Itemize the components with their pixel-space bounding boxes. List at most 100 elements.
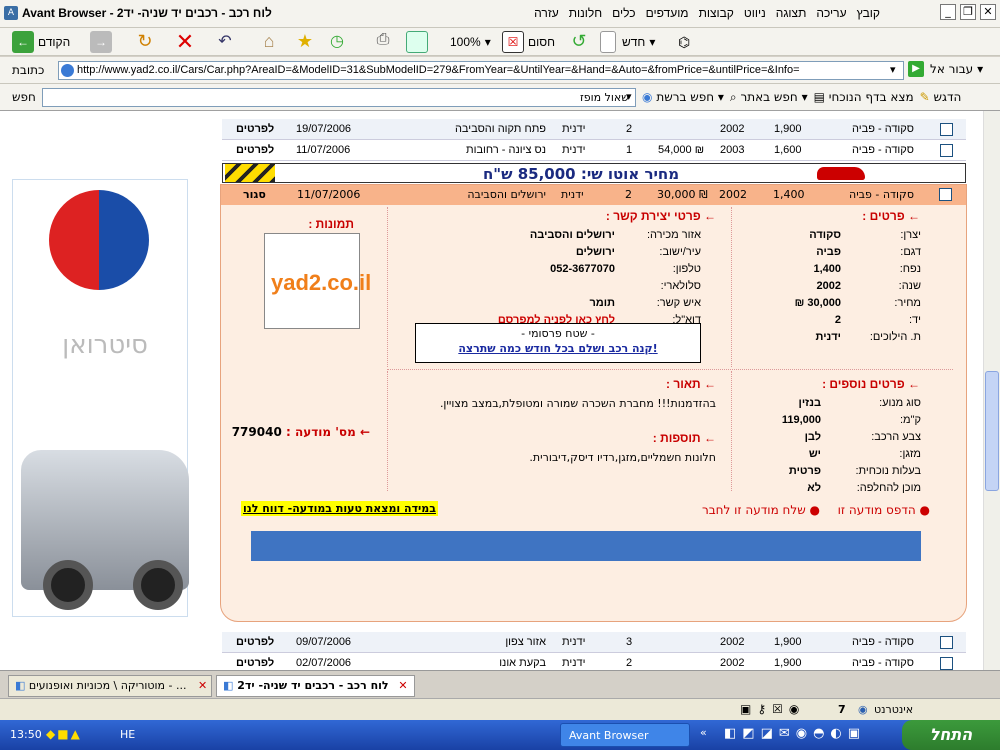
menu-help[interactable]: עזרה bbox=[534, 6, 559, 20]
menu-navigate[interactable]: ניווט bbox=[744, 6, 766, 20]
listing-details-link[interactable]: לפרטים bbox=[236, 657, 274, 669]
status-tool-icons[interactable]: ▣⚷☒◉ bbox=[740, 702, 805, 716]
reload-icon: ↶ bbox=[218, 33, 232, 50]
refresh-green-button[interactable]: ↺ bbox=[568, 31, 590, 53]
promo-link[interactable]: קנה רכב ושלם בכל חודש כמה שתרצה! bbox=[416, 342, 700, 355]
menu-tools[interactable]: כלים bbox=[612, 6, 635, 20]
reload-button[interactable]: ↶ bbox=[214, 31, 236, 53]
menu-groups[interactable]: קבוצות bbox=[699, 6, 734, 20]
listing-row[interactable]: סקודה - פביה 1,900 2002 2 ידנית פתח תקוה… bbox=[222, 119, 966, 140]
go-arrow-icon: ▶ bbox=[908, 61, 924, 77]
tab-motorica[interactable]: ◧ מוטוריקה \ מכוניות ואופנועים - ... bbox=[8, 675, 212, 697]
details-heading: ← פרטים : bbox=[862, 209, 920, 223]
address-input[interactable]: http://www.yad2.co.il/Cars/Car.php?AreaI… bbox=[58, 61, 904, 80]
menu-view[interactable]: תצוגה bbox=[776, 6, 807, 20]
language-indicator[interactable]: HE bbox=[120, 728, 135, 741]
listing-row[interactable]: סקודה - פביה 1,900 2002 2 ידנית בקעת אונ… bbox=[222, 653, 966, 670]
highlighter-icon: ✎ bbox=[919, 90, 930, 104]
listing-checkbox[interactable] bbox=[940, 657, 953, 670]
address-dropdown-icon[interactable]: ▾ bbox=[890, 63, 896, 76]
listing-checkbox[interactable] bbox=[939, 188, 952, 201]
zoom-select[interactable]: 100% ▾ bbox=[450, 31, 491, 53]
search-label: חפש bbox=[12, 90, 36, 104]
stop-button[interactable]: ✕ bbox=[174, 31, 196, 53]
quicklaunch-chevron-icon[interactable]: « bbox=[700, 726, 707, 739]
search-dropdown-icon[interactable]: ▾ bbox=[626, 90, 632, 103]
listing-hand: 1 bbox=[626, 144, 633, 156]
additions-heading: ← תוספות : bbox=[652, 431, 716, 445]
refresh-arrow-icon: ↻ bbox=[137, 31, 153, 51]
contact-list: אזור מכירה: ירושלים והסביבה עיר/ישוב: ירוש… bbox=[497, 229, 701, 326]
binoculars-icon: ⌬ bbox=[678, 33, 691, 50]
quicklaunch-icons[interactable]: ◧◩◪✉◉◓◐▣ bbox=[724, 726, 866, 741]
scrollbar-thumb[interactable] bbox=[985, 371, 999, 491]
menu-windows[interactable]: חלונות bbox=[569, 6, 602, 20]
minimize-icon[interactable]: _ bbox=[940, 4, 956, 20]
new-tab-button[interactable]: חדש ▾ bbox=[600, 31, 655, 53]
search-site-button[interactable]: ⌕ חפש באתר ▾ bbox=[730, 90, 808, 105]
listing-row[interactable]: סקודה - פביה 1,900 2002 3 ידנית אזור צפו… bbox=[222, 632, 966, 653]
star-icon: ★ bbox=[296, 31, 314, 51]
tab-bar: ◧ לוח רכב - רכבים יד שניה- יד2 ✕ ◧ מוטור… bbox=[0, 670, 1000, 698]
listing-row[interactable]: סקודה - פביה 1,600 2003 54,000 ₪ 1 ידנית… bbox=[222, 140, 966, 161]
highlight-button[interactable]: ✎ הדגש bbox=[920, 90, 962, 105]
promo-banner[interactable]: מחיר אוטו שי: 85,000 ש"ח bbox=[222, 163, 966, 183]
send-ad-link[interactable]: ● שלח מודעה זו לחבר bbox=[702, 503, 820, 517]
listing-details-link[interactable]: לפרטים bbox=[236, 144, 274, 156]
globe-icon: ◉ bbox=[642, 90, 653, 104]
listing-details-link[interactable]: לפרטים bbox=[236, 123, 274, 135]
address-label: כתובת bbox=[12, 63, 45, 77]
printer-icon: ⎙ bbox=[376, 31, 390, 48]
print-ad-link[interactable]: ● הדפס מודעה זו bbox=[838, 503, 930, 517]
find-in-page-button[interactable]: ▤ מצא בדף הנוכחי bbox=[814, 90, 914, 105]
listing-checkbox[interactable] bbox=[940, 636, 953, 649]
go-button[interactable]: ▶ עבור אל ▾ bbox=[908, 61, 983, 77]
listing-engine: 1,900 bbox=[774, 123, 802, 135]
close-icon[interactable]: ✕ bbox=[980, 4, 996, 20]
print-button[interactable]: ⎙ bbox=[372, 31, 394, 53]
blue-banner[interactable] bbox=[251, 531, 921, 561]
listing-hand: 2 bbox=[626, 123, 633, 135]
tab-close-icon[interactable]: ✕ bbox=[398, 679, 407, 692]
tab-yad2[interactable]: ◧ לוח רכב - רכבים יד שניה- יד2 ✕ bbox=[216, 675, 415, 697]
history-button[interactable]: ◷ bbox=[326, 31, 348, 53]
menu-file[interactable]: קובץ bbox=[857, 6, 880, 20]
listing-photo[interactable]: yad2.co.il bbox=[264, 233, 371, 329]
ie-page-icon bbox=[61, 64, 74, 77]
additions-text: חלונות חשמליים,מזגן,רדיו דיסק,דיבורית. bbox=[529, 451, 716, 464]
forward-button[interactable]: → bbox=[90, 31, 112, 53]
menu-edit[interactable]: עריכה bbox=[816, 6, 846, 20]
start-button[interactable]: התחל bbox=[902, 720, 1000, 750]
tray-icons[interactable]: ◆■▲ bbox=[46, 727, 82, 741]
report-error-link[interactable]: במידה ומצאת טעות במודעה- דווח לנו bbox=[241, 501, 438, 516]
back-button[interactable]: ← הקודם bbox=[12, 31, 70, 53]
listing-area: פתח תקוה והסביבה bbox=[454, 123, 546, 135]
favorites-button[interactable]: ★ bbox=[294, 31, 316, 53]
binoculars-button[interactable]: ⌬ bbox=[678, 31, 690, 53]
divider bbox=[731, 371, 732, 491]
restore-icon[interactable]: ❐ bbox=[960, 4, 976, 20]
new-page-icon bbox=[600, 31, 616, 53]
selected-listing-row[interactable]: סקודה - פביה 1,400 2002 30,000 ₪ 2 ידנית… bbox=[221, 185, 966, 205]
tab-page-icon: ◧ bbox=[223, 679, 234, 692]
listing-details-link[interactable]: לפרטים bbox=[236, 636, 274, 648]
tab-close-icon[interactable]: ✕ bbox=[198, 679, 207, 692]
home-button[interactable]: ⌂ bbox=[258, 31, 280, 53]
close-listing-link[interactable]: סגור bbox=[243, 188, 266, 201]
fullscreen-button[interactable] bbox=[406, 31, 428, 53]
menu-favorites[interactable]: מועדפים bbox=[646, 6, 689, 20]
green-arrow-icon: ↺ bbox=[571, 31, 587, 51]
search-input[interactable]: שאול מופז bbox=[42, 88, 636, 107]
search-web-button[interactable]: ◉ חפש ברשת ▾ bbox=[642, 90, 724, 105]
listing-checkbox[interactable] bbox=[940, 123, 953, 136]
taskbar-avant-browser[interactable]: Avant Browser bbox=[560, 723, 690, 747]
promo-text: מחיר אוטו שי: 85,000 ש"ח bbox=[483, 165, 680, 183]
listing-gear: ידנית bbox=[562, 144, 586, 156]
undo-close-button[interactable]: ↻ bbox=[134, 31, 156, 53]
side-ad-banner[interactable]: סיטרואן bbox=[12, 179, 189, 617]
ad-brand-text: סיטרואן bbox=[62, 330, 148, 360]
listing-checkbox[interactable] bbox=[940, 144, 953, 157]
block-popups-button[interactable]: ☒ חסום bbox=[502, 31, 555, 53]
listing-engine: 1,600 bbox=[774, 144, 802, 156]
vertical-scrollbar[interactable] bbox=[983, 111, 1000, 670]
